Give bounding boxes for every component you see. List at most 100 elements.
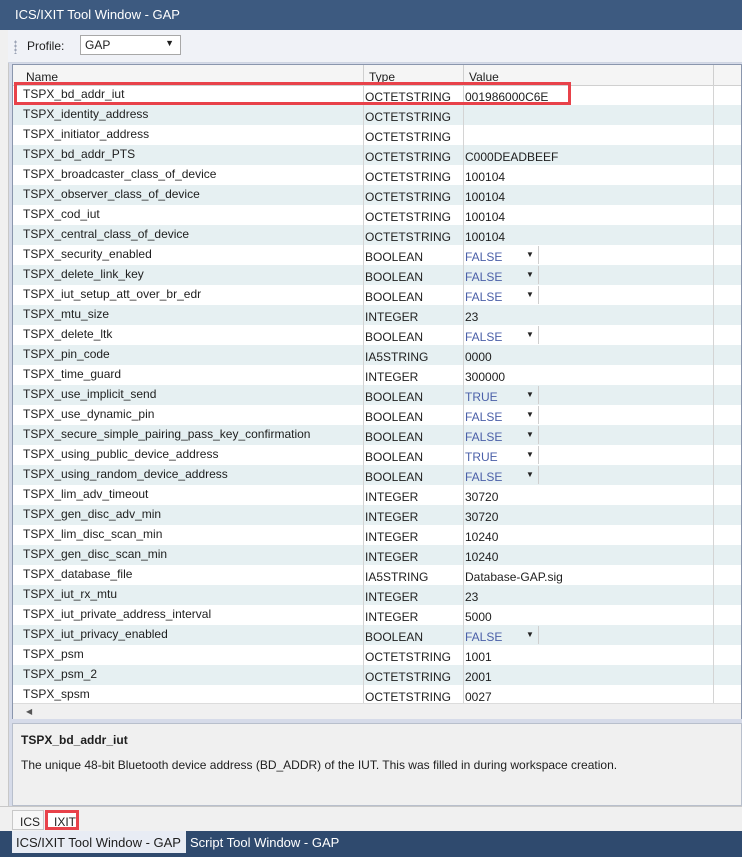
- chevron-down-icon[interactable]: ▼: [526, 450, 534, 459]
- table-row[interactable]: TSPX_delete_link_key BOOLEAN FALSE ▼: [13, 265, 741, 285]
- parameter-value[interactable]: 2001: [465, 670, 492, 684]
- tab-ics[interactable]: ICS: [12, 810, 44, 830]
- parameter-type: OCTETSTRING: [365, 190, 451, 204]
- tab-ics-ixit-tool-window[interactable]: ICS/IXIT Tool Window - GAP: [12, 831, 186, 853]
- parameter-value[interactable]: 100104: [465, 210, 505, 224]
- table-row[interactable]: TSPX_iut_setup_att_over_br_edr BOOLEAN FAL…: [13, 285, 741, 305]
- table-row[interactable]: TSPX_observer_class_of_device OCTETSTRING…: [13, 185, 741, 205]
- tab-script-tool-window[interactable]: Script Tool Window - GAP: [190, 831, 360, 853]
- table-row[interactable]: TSPX_lim_adv_timeout INTEGER 30720: [13, 485, 741, 505]
- parameter-value-select[interactable]: FALSE: [465, 410, 502, 424]
- chevron-down-icon[interactable]: ▼: [526, 330, 534, 339]
- parameter-type: BOOLEAN: [365, 470, 424, 484]
- horizontal-scrollbar[interactable]: ◀: [13, 703, 741, 719]
- parameter-value[interactable]: Database-GAP.sig: [465, 570, 563, 584]
- toolbar-grip-icon[interactable]: [14, 40, 17, 54]
- parameter-value-select[interactable]: FALSE: [465, 470, 502, 484]
- column-divider[interactable]: [713, 65, 714, 85]
- column-divider[interactable]: [363, 65, 364, 85]
- dropdown-divider: [538, 246, 539, 264]
- parameter-value[interactable]: 001986000C6E: [465, 90, 548, 104]
- table-row[interactable]: TSPX_iut_private_address_interval INTEGER…: [13, 605, 741, 625]
- table-row[interactable]: TSPX_bd_addr_PTS OCTETSTRING C000DEADBEEF: [13, 145, 741, 165]
- table-row[interactable]: TSPX_use_implicit_send BOOLEAN TRUE ▼: [13, 385, 741, 405]
- parameter-value[interactable]: 10240: [465, 530, 498, 544]
- table-row[interactable]: TSPX_initiator_address OCTETSTRING: [13, 125, 741, 145]
- parameter-type: OCTETSTRING: [365, 170, 451, 184]
- chevron-down-icon[interactable]: ▼: [526, 290, 534, 299]
- parameter-name: TSPX_initiator_address: [23, 127, 150, 141]
- table-row[interactable]: TSPX_spsm OCTETSTRING 0027: [13, 685, 741, 703]
- parameter-value[interactable]: 5000: [465, 610, 492, 624]
- table-row[interactable]: TSPX_gen_disc_scan_min INTEGER 10240: [13, 545, 741, 565]
- table-row[interactable]: TSPX_lim_disc_scan_min INTEGER 10240: [13, 525, 741, 545]
- parameter-value-select[interactable]: TRUE: [465, 450, 498, 464]
- parameter-value[interactable]: 100104: [465, 230, 505, 244]
- column-header-type[interactable]: Type: [369, 70, 395, 84]
- table-row[interactable]: TSPX_using_public_device_address BOOLEAN T…: [13, 445, 741, 465]
- column-header-name[interactable]: Name: [26, 70, 58, 84]
- table-row[interactable]: TSPX_delete_ltk BOOLEAN FALSE ▼: [13, 325, 741, 345]
- panel-tab-bar: ICS IXIT: [0, 806, 742, 832]
- parameter-name: TSPX_identity_address: [23, 107, 149, 121]
- parameter-value-select[interactable]: FALSE: [465, 430, 502, 444]
- parameter-name: TSPX_spsm: [23, 687, 90, 701]
- parameter-value[interactable]: 300000: [465, 370, 505, 384]
- chevron-down-icon[interactable]: ▼: [526, 390, 534, 399]
- tab-ixit[interactable]: IXIT: [45, 810, 79, 830]
- parameter-value-select[interactable]: FALSE: [465, 290, 502, 304]
- table-row[interactable]: TSPX_database_file IA5STRING Database-GAP.…: [13, 565, 741, 585]
- table-row[interactable]: TSPX_central_class_of_device OCTETSTRING 1…: [13, 225, 741, 245]
- table-row[interactable]: TSPX_using_random_device_address BOOLEAN F…: [13, 465, 741, 485]
- parameter-value-select[interactable]: FALSE: [465, 270, 502, 284]
- table-row[interactable]: TSPX_secure_simple_pairing_pass_key_conf…: [13, 425, 741, 445]
- parameter-value[interactable]: 100104: [465, 190, 505, 204]
- table-row[interactable]: TSPX_time_guard INTEGER 300000: [13, 365, 741, 385]
- table-row[interactable]: TSPX_iut_rx_mtu INTEGER 23: [13, 585, 741, 605]
- table-row[interactable]: TSPX_mtu_size INTEGER 23: [13, 305, 741, 325]
- parameter-type: OCTETSTRING: [365, 110, 451, 124]
- parameter-value[interactable]: 100104: [465, 170, 505, 184]
- column-header-value[interactable]: Value: [469, 70, 499, 84]
- profile-dropdown[interactable]: GAP ▼: [80, 35, 181, 55]
- scroll-left-icon[interactable]: ◀: [26, 707, 32, 716]
- parameter-value[interactable]: 23: [465, 310, 478, 324]
- table-row[interactable]: TSPX_psm_2 OCTETSTRING 2001: [13, 665, 741, 685]
- table-row[interactable]: TSPX_broadcaster_class_of_device OCTETSTR…: [13, 165, 741, 185]
- table-row[interactable]: TSPX_gen_disc_adv_min INTEGER 30720: [13, 505, 741, 525]
- chevron-down-icon[interactable]: ▼: [526, 630, 534, 639]
- parameter-value[interactable]: C000DEADBEEF: [465, 150, 558, 164]
- parameter-type: INTEGER: [365, 310, 419, 324]
- parameter-value-select[interactable]: FALSE: [465, 630, 502, 644]
- parameter-value-select[interactable]: FALSE: [465, 330, 502, 344]
- chevron-down-icon[interactable]: ▼: [526, 470, 534, 479]
- chevron-down-icon[interactable]: ▼: [526, 250, 534, 259]
- table-row[interactable]: TSPX_bd_addr_iut OCTETSTRING 001986000C6E: [13, 85, 741, 105]
- parameter-name: TSPX_using_public_device_address: [23, 447, 219, 461]
- table-row[interactable]: TSPX_use_dynamic_pin BOOLEAN FALSE ▼: [13, 405, 741, 425]
- parameter-value-select[interactable]: FALSE: [465, 250, 502, 264]
- column-divider[interactable]: [463, 65, 464, 85]
- parameter-value[interactable]: 30720: [465, 490, 498, 504]
- table-row[interactable]: TSPX_identity_address OCTETSTRING: [13, 105, 741, 125]
- table-row[interactable]: TSPX_psm OCTETSTRING 1001: [13, 645, 741, 665]
- parameter-value[interactable]: 10240: [465, 550, 498, 564]
- parameter-value[interactable]: 0027: [465, 690, 492, 703]
- parameter-type: INTEGER: [365, 370, 419, 384]
- parameter-value[interactable]: 0000: [465, 350, 492, 364]
- parameter-value-select[interactable]: TRUE: [465, 390, 498, 404]
- dropdown-divider: [538, 266, 539, 284]
- parameter-type: INTEGER: [365, 530, 419, 544]
- table-row[interactable]: TSPX_cod_iut OCTETSTRING 100104: [13, 205, 741, 225]
- parameter-name: TSPX_iut_rx_mtu: [23, 587, 118, 601]
- parameter-value[interactable]: 23: [465, 590, 478, 604]
- table-row[interactable]: TSPX_iut_privacy_enabled BOOLEAN FALSE ▼: [13, 625, 741, 645]
- chevron-down-icon[interactable]: ▼: [526, 430, 534, 439]
- parameter-type: INTEGER: [365, 610, 419, 624]
- chevron-down-icon[interactable]: ▼: [526, 270, 534, 279]
- parameter-value[interactable]: 1001: [465, 650, 492, 664]
- parameter-value[interactable]: 30720: [465, 510, 498, 524]
- chevron-down-icon[interactable]: ▼: [526, 410, 534, 419]
- table-row[interactable]: TSPX_security_enabled BOOLEAN FALSE ▼: [13, 245, 741, 265]
- table-row[interactable]: TSPX_pin_code IA5STRING 0000: [13, 345, 741, 365]
